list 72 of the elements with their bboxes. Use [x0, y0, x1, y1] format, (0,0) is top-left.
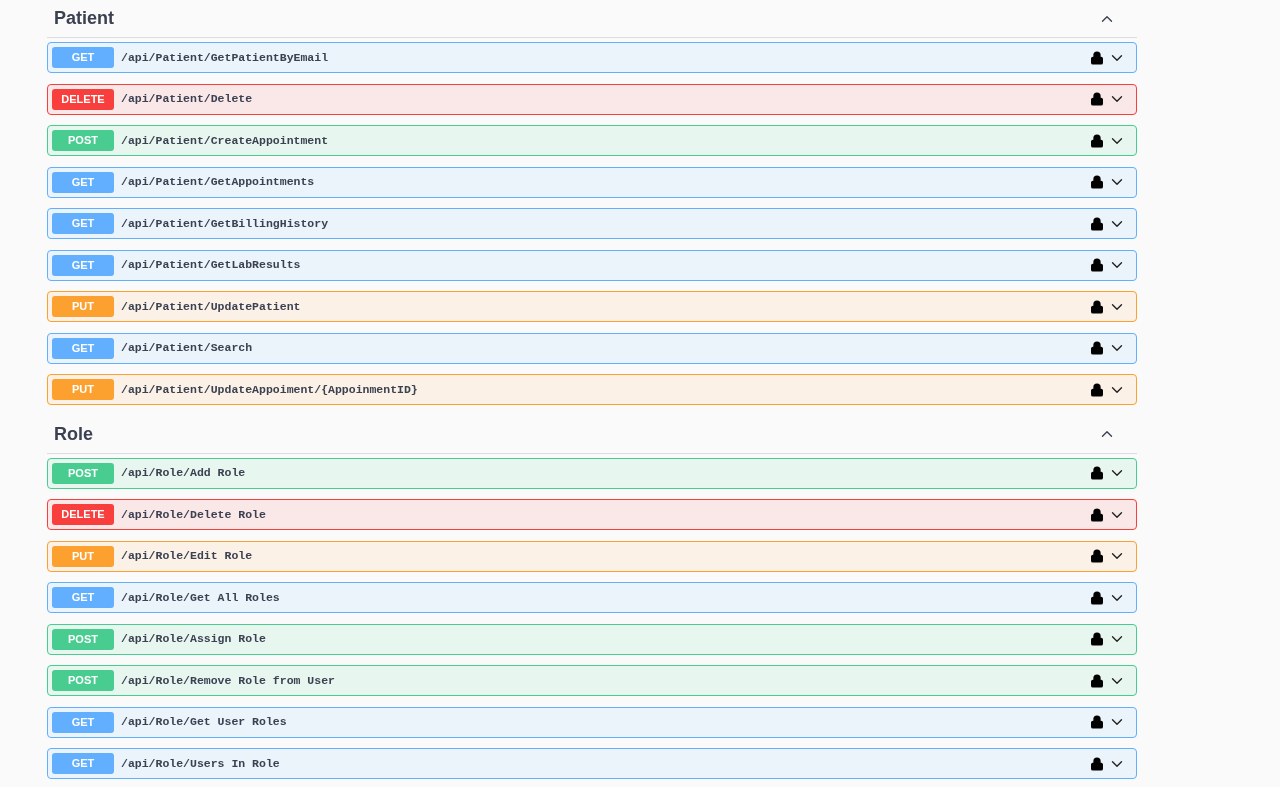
section-header[interactable]: Role: [47, 415, 1137, 454]
lock-icon[interactable]: [1090, 673, 1104, 688]
lock-icon[interactable]: [1090, 216, 1104, 231]
operation-row[interactable]: GET /api/Role/Users In Role: [47, 748, 1137, 779]
lock-icon[interactable]: [1090, 50, 1104, 65]
endpoint-path: /api/Patient/CreateAppointment: [121, 132, 329, 149]
endpoint-path: /api/Patient/UpdatePatient: [121, 298, 301, 315]
endpoint-path: /api/Role/Remove Role from User: [121, 672, 335, 689]
lock-icon[interactable]: [1090, 175, 1104, 189]
operation-row[interactable]: POST /api/Role/Assign Role: [47, 623, 1137, 655]
lock-icon[interactable]: [1090, 92, 1104, 106]
method-badge: GET: [52, 587, 114, 608]
lock-icon[interactable]: [1090, 299, 1104, 314]
lock-icon[interactable]: [1090, 632, 1104, 646]
operation-row[interactable]: PUT /api/Patient/UpdatePatient: [47, 291, 1137, 322]
section-header[interactable]: Patient: [47, 0, 1137, 38]
method-badge: PUT: [52, 296, 114, 317]
lock-icon[interactable]: [1090, 133, 1104, 148]
section-title: Patient: [54, 7, 114, 30]
method-badge: DELETE: [52, 504, 114, 525]
lock-icon[interactable]: [1090, 382, 1104, 397]
operation-row[interactable]: POST /api/Patient/CreateAppointment: [47, 125, 1137, 156]
operation-row[interactable]: PUT /api/Patient/UpdateAppoiment/{AppoinmentID}: [47, 374, 1137, 405]
lock-icon[interactable]: [1090, 590, 1104, 605]
method-badge: GET: [52, 753, 114, 774]
endpoint-path: /api/Role/Assign Role: [121, 631, 266, 648]
endpoint-path: /api/Role/Edit Role: [121, 548, 253, 565]
endpoint-path: /api/Role/Delete Role: [121, 506, 266, 523]
operation-row[interactable]: POST /api/Role/Add Role: [47, 457, 1137, 489]
lock-icon[interactable]: [1090, 549, 1104, 563]
method-badge: GET: [52, 213, 114, 234]
method-badge: POST: [52, 628, 114, 650]
operation-row[interactable]: GET /api/Role/Get User Roles: [47, 706, 1137, 738]
operation-row[interactable]: GET /api/Patient/Search: [47, 332, 1137, 364]
operation-row[interactable]: GET /api/Patient/GetPatientByEmail: [47, 42, 1137, 73]
endpoint-path: /api/Role/Add Role: [121, 465, 246, 482]
section-title: Role: [54, 422, 93, 446]
operation-row[interactable]: PUT /api/Role/Edit Role: [47, 540, 1137, 572]
method-badge: DELETE: [52, 88, 114, 110]
operation-row[interactable]: GET /api/Role/Get All Roles: [47, 582, 1137, 613]
operation-row[interactable]: POST /api/Role/Remove Role from User: [47, 665, 1137, 696]
endpoint-path: /api/Patient/Delete: [121, 91, 253, 108]
operation-row[interactable]: GET /api/Patient/GetLabResults: [47, 249, 1137, 281]
endpoint-path: /api/Role/Get All Roles: [121, 589, 280, 606]
endpoint-path: /api/Patient/UpdateAppoiment/{AppoinmentID}: [121, 381, 418, 398]
endpoint-path: /api/Patient/GetBillingHistory: [121, 215, 329, 232]
lock-icon[interactable]: [1090, 507, 1104, 522]
method-badge: GET: [52, 171, 114, 193]
lock-icon[interactable]: [1090, 756, 1104, 771]
operation-row[interactable]: DELETE /api/Patient/Delete: [47, 83, 1137, 115]
operation-row[interactable]: GET /api/Patient/GetBillingHistory: [47, 208, 1137, 239]
endpoint-path: /api/Patient/GetPatientByEmail: [121, 49, 329, 66]
method-badge: POST: [52, 670, 114, 691]
endpoint-path: /api/Patient/Search: [121, 340, 253, 357]
method-badge: PUT: [52, 545, 114, 567]
operation-row[interactable]: DELETE /api/Role/Delete Role: [47, 499, 1137, 530]
lock-icon[interactable]: [1090, 341, 1104, 355]
lock-icon[interactable]: [1090, 466, 1104, 480]
method-badge: GET: [52, 254, 114, 276]
method-badge: POST: [52, 462, 114, 484]
method-badge: GET: [52, 711, 114, 733]
endpoint-path: /api/Patient/GetAppointments: [121, 174, 315, 191]
endpoint-path: /api/Role/Get User Roles: [121, 714, 287, 731]
method-badge: GET: [52, 337, 114, 359]
method-badge: GET: [52, 47, 114, 68]
operation-row[interactable]: GET /api/Patient/GetAppointments: [47, 166, 1137, 198]
lock-icon[interactable]: [1090, 715, 1104, 729]
lock-icon[interactable]: [1090, 258, 1104, 272]
endpoint-path: /api/Role/Users In Role: [121, 755, 280, 772]
method-badge: POST: [52, 130, 114, 151]
endpoint-path: /api/Patient/GetLabResults: [121, 257, 301, 274]
method-badge: PUT: [52, 379, 114, 400]
